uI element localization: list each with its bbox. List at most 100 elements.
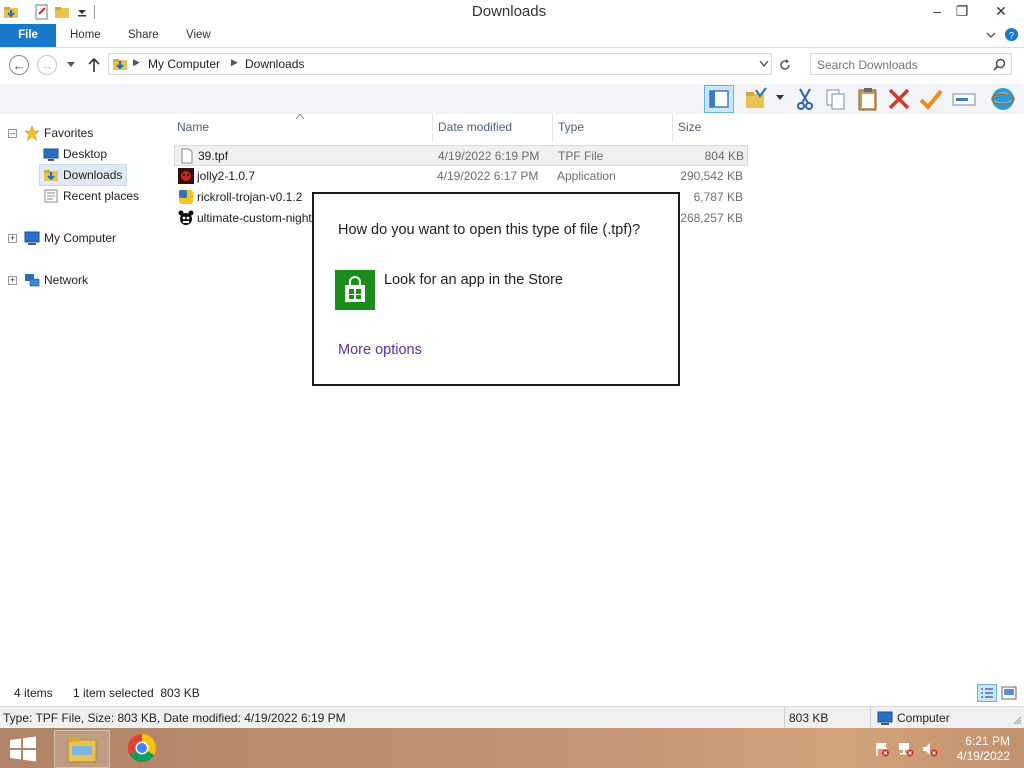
search-input[interactable] <box>815 56 989 74</box>
tree-label-desktop: Desktop <box>63 147 108 161</box>
file-name: jolly2-1.0.7 <box>197 169 256 183</box>
jolly-app-icon <box>178 168 194 184</box>
cut-icon[interactable] <box>792 86 818 112</box>
file-name: rickroll-trojan-v0.1.2 <box>197 190 303 204</box>
address-dropdown-icon[interactable] <box>759 60 769 68</box>
tab-share[interactable]: Share <box>128 24 159 47</box>
back-button[interactable]: ← <box>9 55 29 75</box>
details-divider <box>784 707 785 729</box>
column-date-modified[interactable]: Date modified <box>438 120 512 134</box>
column-size[interactable]: Size <box>678 120 701 134</box>
window-title: Downloads <box>471 3 547 20</box>
expand-network-icon[interactable]: + <box>8 276 17 285</box>
tab-view[interactable]: View <box>186 24 211 47</box>
file-row-jolly2[interactable]: jolly2-1.0.7 4/19/2022 6:17 PM Applicati… <box>174 166 748 187</box>
breadcrumb-downloads[interactable]: Downloads <box>245 57 304 71</box>
details-location: Computer <box>897 711 950 725</box>
collapse-favorites-icon[interactable]: – <box>8 129 17 138</box>
ribbon-tabs: File Home Share View ? <box>0 24 1024 48</box>
downloads-folder-icon <box>44 170 58 181</box>
maximize-button[interactable]: ❐ <box>947 0 977 22</box>
large-icons-view-icon[interactable] <box>1001 685 1017 701</box>
computer-icon <box>877 711 893 725</box>
taskbar: 6:21 PM 4/19/2022 <box>0 728 1024 768</box>
taskbar-file-explorer[interactable] <box>54 730 110 768</box>
move-to-folder-icon[interactable] <box>744 86 770 112</box>
network-status-icon[interactable] <box>898 741 914 757</box>
star-icon <box>24 125 40 141</box>
action-center-flag-icon[interactable] <box>874 741 890 757</box>
file-name: 39.tpf <box>198 149 229 163</box>
file-date: 4/19/2022 6:19 PM <box>438 149 540 163</box>
network-icon <box>25 274 40 287</box>
sort-ascending-icon <box>296 114 304 119</box>
clock-time: 6:21 PM <box>965 734 1010 748</box>
file-type: TPF File <box>558 149 604 163</box>
file-type: Application <box>557 169 616 183</box>
file-size: 290,542 KB <box>680 169 743 183</box>
tree-label-network: Network <box>44 273 89 287</box>
column-divider[interactable] <box>552 114 553 142</box>
breadcrumb-separator-icon: ▶ <box>231 57 238 67</box>
help-icon[interactable]: ? <box>1004 27 1019 42</box>
more-options-link[interactable]: More options <box>338 342 422 358</box>
search-icon[interactable] <box>993 58 1006 71</box>
column-divider[interactable] <box>672 114 673 142</box>
column-name[interactable]: Name <box>177 120 209 134</box>
details-divider <box>870 707 871 729</box>
tree-label-downloads: Downloads <box>63 168 123 182</box>
tree-label-my-computer: My Computer <box>44 231 117 245</box>
clock[interactable]: 6:21 PM 4/19/2022 <box>957 734 1010 764</box>
rename-icon[interactable] <box>951 86 977 112</box>
tree-label-recent-places: Recent places <box>63 189 140 203</box>
shopping-bag-icon <box>345 276 365 302</box>
file-name: ultimate-custom-night <box>197 211 312 225</box>
chrome-icon <box>128 734 156 762</box>
toolbar <box>0 84 1024 114</box>
checkmark-icon[interactable] <box>918 86 944 112</box>
up-arrow-icon[interactable] <box>87 57 101 73</box>
details-view-icon[interactable] <box>977 684 997 702</box>
breadcrumb-my-computer[interactable]: My Computer <box>148 57 220 71</box>
clock-date: 4/19/2022 <box>956 749 1010 763</box>
chevron-down-icon[interactable] <box>986 30 996 40</box>
copy-icon[interactable] <box>823 86 849 112</box>
file-details: Type: TPF File, Size: 803 KB, Date modif… <box>3 711 346 725</box>
blank-file-icon <box>181 148 193 164</box>
layout-dropdown-icon[interactable] <box>776 95 784 101</box>
expand-computer-icon[interactable]: + <box>8 234 17 243</box>
preview-pane-icon[interactable] <box>704 85 734 113</box>
search-box[interactable] <box>810 53 1012 75</box>
column-divider[interactable] <box>432 114 433 142</box>
dialog-question: How do you want to open this type of fil… <box>338 222 641 238</box>
selection-info: 1 item selected 803 KB <box>73 686 200 700</box>
svg-text:?: ? <box>1009 30 1014 40</box>
paste-icon[interactable] <box>855 86 881 112</box>
recent-locations-icon[interactable] <box>66 61 76 69</box>
volume-muted-icon[interactable] <box>922 741 938 757</box>
windows-start-icon[interactable] <box>8 736 38 762</box>
store-option[interactable]: Look for an app in the Store <box>384 272 563 288</box>
store-icon[interactable] <box>335 270 375 310</box>
file-row-39-tpf[interactable]: 39.tpf 4/19/2022 6:19 PM TPF File 804 KB <box>174 145 748 166</box>
file-date: 4/19/2022 6:17 PM <box>437 169 539 183</box>
downloads-folder-icon <box>113 59 127 70</box>
network-globe-icon[interactable] <box>990 86 1016 112</box>
tab-home[interactable]: Home <box>70 24 101 47</box>
refresh-icon[interactable] <box>778 58 792 72</box>
close-button[interactable]: ✕ <box>978 0 1024 22</box>
address-bar[interactable]: ▶ My Computer ▶ Downloads <box>108 53 772 75</box>
tab-file[interactable]: File <box>0 24 56 47</box>
resize-grip-icon[interactable] <box>1012 715 1022 725</box>
column-type[interactable]: Type <box>558 120 584 134</box>
details-bar: Type: TPF File, Size: 803 KB, Date modif… <box>0 706 1024 729</box>
taskbar-chrome[interactable] <box>116 730 170 766</box>
python-app-icon <box>179 190 193 204</box>
forward-button[interactable]: → <box>37 55 57 75</box>
tree-label-favorites: Favorites <box>44 126 94 140</box>
title-bar: Downloads ‒ ❐ ✕ <box>0 0 1024 24</box>
ucn-app-icon <box>178 210 194 225</box>
delete-icon[interactable] <box>886 86 912 112</box>
navigation-pane: – Favorites Desktop Downloads Recent pla… <box>0 114 158 680</box>
open-with-dialog: How do you want to open this type of fil… <box>312 192 680 386</box>
